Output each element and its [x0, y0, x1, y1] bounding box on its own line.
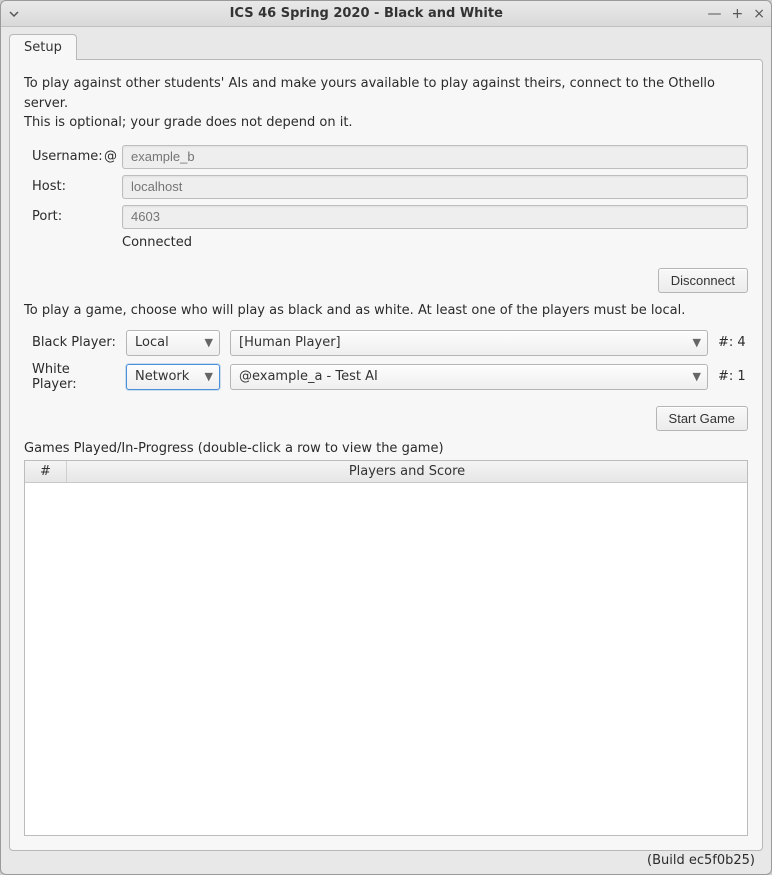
black-player-label: Black Player: [32, 335, 116, 350]
white-player-row: White Player: Network ▼ @example_a - Tes… [32, 362, 748, 392]
tab-setup[interactable]: Setup [9, 34, 77, 60]
black-count: #: 4 [718, 335, 748, 350]
black-player-value: [Human Player] [239, 335, 687, 350]
games-table-label: Games Played/In-Progress (double-click a… [24, 441, 748, 456]
games-table-body[interactable] [25, 483, 747, 836]
black-source-value: Local [135, 335, 199, 350]
white-count: #: 1 [718, 369, 748, 384]
host-label: Host: [32, 179, 104, 194]
player-section: Black Player: Local ▼ [Human Player] ▼ #… [32, 330, 748, 398]
col-number[interactable]: # [25, 461, 67, 482]
maximize-icon[interactable]: + [732, 7, 744, 21]
intro-line-1: To play against other students' AIs and … [24, 74, 748, 113]
intro-line-2: This is optional; your grade does not de… [24, 113, 748, 133]
username-label: Username: [32, 149, 104, 164]
black-source-select[interactable]: Local ▼ [126, 330, 220, 356]
username-at-prefix: @ [104, 149, 122, 164]
disconnect-row: Disconnect [24, 268, 748, 293]
tab-bar: Setup [9, 33, 763, 59]
username-row: Username: @ [32, 145, 748, 169]
connection-form: Username: @ Host: Port: Connected [32, 145, 748, 250]
white-player-label: White Player: [32, 362, 116, 392]
chevron-down-icon: ▼ [205, 370, 213, 383]
white-player-value: @example_a - Test AI [239, 369, 687, 384]
window-menu-icon[interactable] [7, 7, 21, 21]
intro-text: To play against other students' AIs and … [24, 74, 748, 133]
setup-panel: To play against other students' AIs and … [9, 59, 763, 851]
chevron-down-icon: ▼ [693, 336, 701, 349]
username-field[interactable] [122, 145, 748, 169]
port-row: Port: [32, 205, 748, 229]
game-instructions: To play a game, choose who will play as … [24, 303, 748, 318]
titlebar: ICS 46 Spring 2020 - Black and White — +… [1, 1, 771, 27]
close-icon[interactable]: × [753, 7, 765, 21]
white-source-select[interactable]: Network ▼ [126, 364, 220, 390]
app-window: ICS 46 Spring 2020 - Black and White — +… [0, 0, 772, 875]
disconnect-button[interactable]: Disconnect [658, 268, 748, 293]
port-field[interactable] [122, 205, 748, 229]
start-game-row: Start Game [24, 406, 748, 431]
games-table[interactable]: # Players and Score [24, 460, 748, 837]
content-area: Setup To play against other students' AI… [1, 27, 771, 874]
chevron-down-icon: ▼ [693, 370, 701, 383]
start-game-button[interactable]: Start Game [656, 406, 748, 431]
port-label: Port: [32, 209, 104, 224]
minimize-icon[interactable]: — [708, 7, 722, 21]
chevron-down-icon: ▼ [205, 336, 213, 349]
white-source-value: Network [135, 369, 199, 384]
window-controls: — + × [708, 7, 765, 21]
host-row: Host: [32, 175, 748, 199]
black-player-select[interactable]: [Human Player] ▼ [230, 330, 708, 356]
host-field[interactable] [122, 175, 748, 199]
col-players[interactable]: Players and Score [67, 461, 747, 482]
games-table-header: # Players and Score [25, 461, 747, 483]
build-footer: (Build ec5f0b25) [9, 851, 763, 872]
black-player-row: Black Player: Local ▼ [Human Player] ▼ #… [32, 330, 748, 356]
window-title: ICS 46 Spring 2020 - Black and White [25, 6, 708, 21]
connection-status: Connected [122, 235, 192, 250]
white-player-select[interactable]: @example_a - Test AI ▼ [230, 364, 708, 390]
connection-status-row: Connected [32, 235, 748, 250]
